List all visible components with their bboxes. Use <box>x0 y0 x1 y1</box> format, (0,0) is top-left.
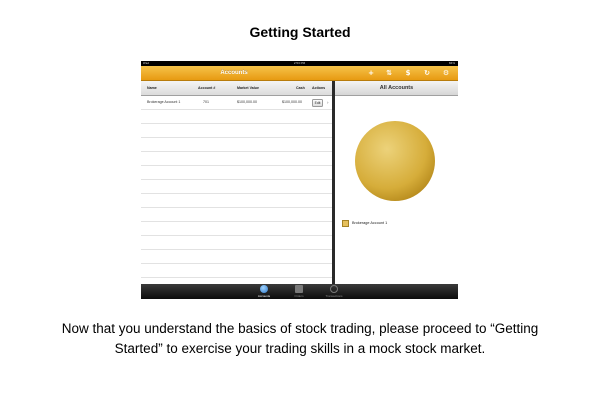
tab-bar: Accounts Orders Transactions <box>141 284 458 299</box>
header-cash: Cash <box>296 86 305 90</box>
add-icon[interactable]: + <box>365 66 377 81</box>
instruction-caption: Now that you understand the basics of st… <box>61 321 539 356</box>
row-market-value: $100,000.00 <box>237 100 257 104</box>
all-accounts-panel: All Accounts Brokerage Account 1 <box>335 81 458 284</box>
edit-button[interactable]: Edit <box>312 99 323 107</box>
trade-icon[interactable]: ⇅ <box>383 66 395 81</box>
header-name: Name <box>147 86 157 90</box>
table-header: Name Account # Market Value Cash Actions <box>141 81 332 96</box>
orders-icon <box>295 285 303 293</box>
accounts-table: Name Account # Market Value Cash Actions… <box>141 81 332 284</box>
dollar-icon[interactable]: $ <box>402 66 414 81</box>
tab-transactions[interactable]: Transactions <box>321 284 347 299</box>
empty-row <box>141 194 332 208</box>
row-account: 701 <box>203 100 209 104</box>
tab-label-orders: Orders <box>294 294 304 298</box>
empty-row <box>141 208 332 222</box>
table-row[interactable]: Brokerage Account 1 701 $100,000.00 $100… <box>141 96 332 110</box>
transactions-icon <box>330 285 338 293</box>
panel-title: All Accounts <box>335 81 458 96</box>
row-name: Brokerage Account 1 <box>147 100 181 104</box>
empty-row <box>141 124 332 138</box>
tab-label-accounts: Accounts <box>257 294 271 298</box>
ipad-screenshot: iPad 2:53 PM 84% Accounts + ⇅ $ ↻ ⚙ Name… <box>141 61 458 299</box>
legend-swatch <box>342 220 349 227</box>
header-market-value: Market Value <box>237 86 259 90</box>
empty-row <box>141 110 332 124</box>
empty-row <box>141 250 332 264</box>
row-cash: $100,000.00 <box>282 100 302 104</box>
header-actions: Actions <box>312 86 326 90</box>
nav-toolbar: + ⇅ $ ↻ ⚙ <box>365 66 455 81</box>
tab-label-transactions: Transactions <box>325 294 343 298</box>
chevron-right-icon[interactable]: › <box>327 96 329 109</box>
slide-title: Getting Started <box>249 24 351 40</box>
nav-bar: Accounts + ⇅ $ ↻ ⚙ <box>141 66 458 81</box>
pie-chart <box>355 121 435 201</box>
empty-row <box>141 236 332 250</box>
empty-row <box>141 222 332 236</box>
pie-slice-brokerage-account-1[interactable] <box>355 121 435 201</box>
empty-row <box>141 264 332 278</box>
refresh-icon[interactable]: ↻ <box>421 66 433 81</box>
empty-row <box>141 152 332 166</box>
legend-label: Brokerage Account 1 <box>352 221 388 225</box>
header-account: Account # <box>198 86 216 90</box>
accounts-icon <box>260 285 268 293</box>
settings-icon[interactable]: ⚙ <box>440 66 452 81</box>
tab-accounts[interactable]: Accounts <box>251 284 277 299</box>
empty-row <box>141 166 332 180</box>
nav-title: Accounts <box>220 70 248 76</box>
tab-orders[interactable]: Orders <box>286 284 312 299</box>
empty-row <box>141 138 332 152</box>
empty-row <box>141 180 332 194</box>
